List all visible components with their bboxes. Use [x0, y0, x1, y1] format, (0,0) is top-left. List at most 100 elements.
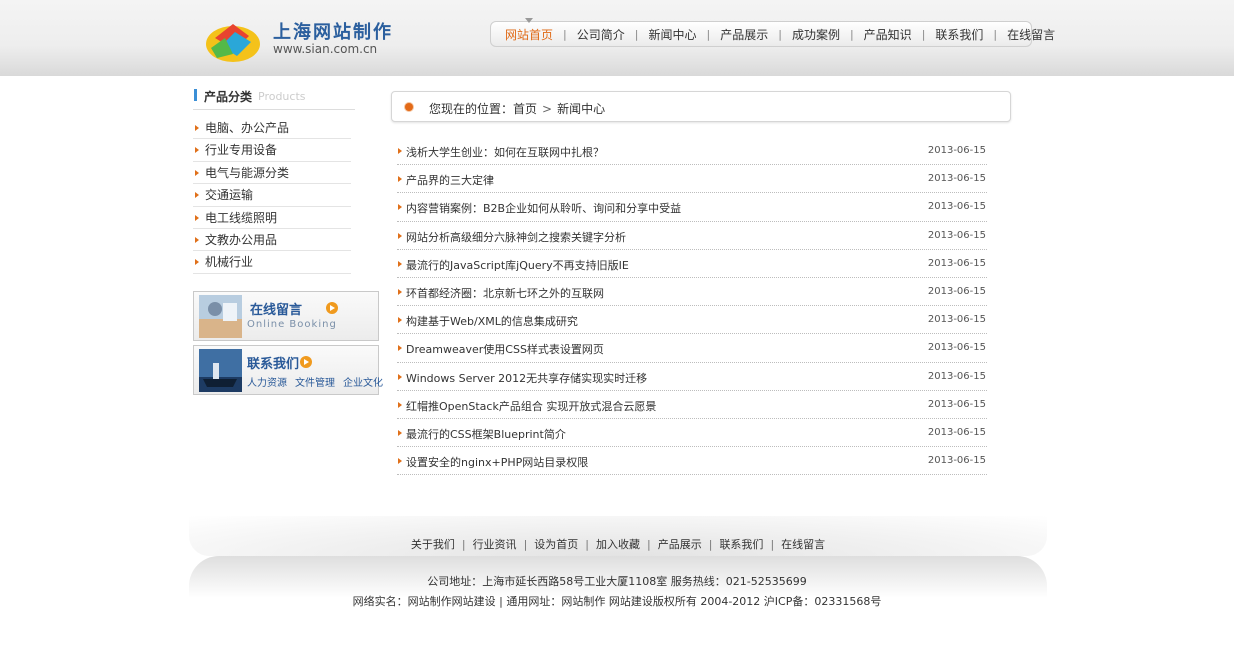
category-label: 文教办公用品 [205, 232, 278, 247]
footer-separator: | [647, 538, 651, 551]
bullet-arrow-icon [398, 148, 402, 154]
category-item[interactable]: 电气与能源分类 [193, 162, 351, 185]
nav-item-4[interactable]: 成功案例 [792, 26, 840, 43]
news-date: 2013-06-15 [927, 370, 986, 382]
news-title[interactable]: 最流行的CSS框架Blueprint简介 [406, 426, 566, 442]
nav-item-7[interactable]: 在线留言 [1007, 26, 1055, 43]
contact-link-culture[interactable]: 企业文化 [343, 378, 383, 389]
bullet-arrow-icon [195, 259, 199, 266]
category-item[interactable]: 电脑、办公产品 [193, 117, 351, 140]
bullet-arrow-icon [398, 260, 402, 267]
category-label: 机械行业 [205, 255, 254, 270]
nav-item-1[interactable]: 公司简介 [577, 26, 625, 43]
news-title[interactable]: 环首都经济圈：北京新七环之外的互联网 [406, 285, 604, 301]
news-title[interactable]: 产品界的三大定律 [406, 172, 494, 188]
contact-link-files[interactable]: 文件管理 [295, 378, 335, 389]
sidebar: 产品分类 Products 电脑、办公产品 行业专用设备 电气与能源分类 交通运输电工… [193, 88, 383, 395]
booking-subtitle: Online Booking [247, 319, 337, 330]
news-item[interactable]: 环首都经济圈：北京新七环之外的互联网 2013-06-15 [397, 278, 987, 307]
news-title[interactable]: Windows Server 2012无共享存储实现实时迁移 [406, 370, 647, 386]
nav-separator: | [706, 27, 711, 41]
footer-copyright: 网络实名：网站制作网站建设 | 通用网址：网站制作 网站建设版权所有 2004-… [352, 595, 882, 608]
sidebar-title: 产品分类 Products [193, 88, 355, 110]
breadcrumb-home-link[interactable]: 首页 [513, 102, 537, 116]
category-item[interactable]: 文教办公用品 [193, 229, 351, 252]
footer-separator: | [708, 538, 713, 551]
news-item[interactable]: 设置安全的nginx+PHP网站目录权限 2013-06-15 [397, 447, 987, 476]
footer-separator: | [585, 538, 589, 551]
nav-item-6[interactable]: 联系我们 [935, 26, 983, 43]
online-booking-banner[interactable]: 在线留言 Online Booking [193, 291, 379, 341]
bullet-arrow-icon [398, 429, 402, 436]
news-title[interactable]: 设置安全的nginx+PHP网站目录权限 [406, 454, 588, 470]
bullet-arrow-icon [195, 192, 199, 199]
booking-photo-icon [199, 295, 242, 338]
bullet-arrow-icon [195, 147, 199, 154]
contact-us-banner[interactable]: 联系我们 人力资源 文件管理 企业文化 [193, 345, 383, 395]
news-item[interactable]: 构建基于Web/XML的信息集成研究 2013-06-15 [397, 306, 987, 335]
news-title[interactable]: 最流行的JavaScript库jQuery不再支持旧版IE [406, 257, 629, 273]
breadcrumb: 您现在的位置：首页 > 新闻中心 [391, 91, 1011, 122]
footer-separator: | [523, 538, 528, 551]
logo-title: 上海网站制作 [273, 22, 393, 43]
nav-separator: | [849, 27, 854, 41]
location-dot-icon [405, 103, 413, 111]
news-date: 2013-06-15 [927, 257, 986, 269]
breadcrumb-current[interactable]: 新闻中心 [557, 102, 605, 116]
news-item[interactable]: 最流行的JavaScript库jQuery不再支持旧版IE 2013-06-15 [397, 250, 987, 278]
sidebar-title-en: Products [258, 90, 306, 103]
footer-links-bar: 关于我们 | 行业资讯 | 设为首页 | 加入收藏 | 产品展示 | 联系我们 | 在线留言 [189, 516, 1047, 556]
news-item[interactable]: Dreamweaver使用CSS样式表设置网页 2013-06-15 [397, 334, 987, 363]
news-title[interactable]: 浅析大学生创业：如何在互联网中扎根？ [406, 144, 604, 160]
category-item[interactable]: 交通运输 [193, 184, 351, 207]
logo-url: www.sian.com.cn [273, 42, 378, 56]
category-label: 电工线缆照明 [205, 210, 278, 225]
category-item[interactable]: 电工线缆照明 [193, 207, 351, 229]
nav-item-0[interactable]: 网站首页 [505, 17, 553, 43]
news-item[interactable]: 最流行的CSS框架Blueprint简介 2013-06-15 [397, 419, 987, 448]
news-title[interactable]: 网站分析高级细分六脉神剑之搜索关键字分析 [406, 229, 626, 245]
bullet-arrow-icon [398, 232, 402, 239]
footer-link[interactable]: 行业资讯 [473, 538, 517, 551]
news-item[interactable]: 产品界的三大定律 2013-06-15 [397, 165, 987, 194]
site-header: 上海网站制作 www.sian.com.cn 网站首页 | 公司简介 | 新闻中心 | 产品… [0, 0, 1234, 76]
news-title[interactable]: 内容营销案例：B2B企业如何从聆听、询问和分享中受益 [406, 200, 681, 216]
news-title[interactable]: 构建基于Web/XML的信息集成研究 [406, 313, 578, 329]
breadcrumb-text: 您现在的位置：首页 > 新闻中心 [429, 100, 605, 117]
footer-link[interactable]: 产品展示 [658, 538, 702, 551]
news-item[interactable]: 网站分析高级细分六脉神剑之搜索关键字分析 2013-06-15 [397, 222, 987, 250]
news-date: 2013-06-15 [927, 285, 986, 297]
news-date: 2013-06-15 [927, 145, 986, 156]
nav-separator: | [921, 27, 926, 41]
footer-link[interactable]: 设为首页 [534, 538, 578, 551]
nav-item-5[interactable]: 产品知识 [864, 26, 912, 43]
bullet-arrow-icon [398, 317, 402, 324]
bullet-arrow-icon [195, 214, 199, 221]
news-date: 2013-06-15 [927, 426, 986, 438]
category-item[interactable]: 行业专用设备 [193, 139, 351, 162]
news-item[interactable]: 浅析大学生创业：如何在互联网中扎根？ 2013-06-15 [397, 137, 987, 166]
news-date: 2013-06-15 [927, 314, 986, 326]
title-accent-bar [194, 89, 197, 101]
nav-separator: | [993, 27, 998, 41]
contact-title: 联系我们 [247, 357, 300, 372]
news-title[interactable]: Dreamweaver使用CSS样式表设置网页 [406, 341, 604, 357]
footer-link[interactable]: 加入收藏 [596, 538, 640, 551]
news-item[interactable]: Windows Server 2012无共享存储实现实时迁移 2013-06-15 [397, 363, 987, 391]
contact-link-hr[interactable]: 人力资源 [247, 378, 287, 389]
news-title[interactable]: 红帽推OpenStack产品组合 实现开放式混合云愿景 [406, 398, 656, 414]
site-logo[interactable]: 上海网站制作 www.sian.com.cn [203, 14, 393, 66]
logo-icon [206, 24, 260, 62]
sidebar-title-text: 产品分类 [204, 90, 253, 104]
ship-photo-icon [199, 349, 242, 392]
news-date: 2013-06-15 [927, 398, 986, 410]
nav-item-3[interactable]: 产品展示 [720, 26, 768, 43]
bullet-arrow-icon [195, 169, 199, 176]
category-item[interactable]: 机械行业 [193, 251, 351, 274]
news-item[interactable]: 红帽推OpenStack产品组合 实现开放式混合云愿景 2013-06-15 [397, 391, 987, 419]
footer-link[interactable]: 关于我们 [411, 538, 455, 551]
news-item[interactable]: 内容营销案例：B2B企业如何从聆听、询问和分享中受益 2013-06-15 [397, 193, 987, 222]
nav-item-2[interactable]: 新闻中心 [648, 26, 696, 43]
footer-link[interactable]: 联系我们 [719, 538, 763, 551]
footer-link[interactable]: 在线留言 [781, 538, 825, 551]
